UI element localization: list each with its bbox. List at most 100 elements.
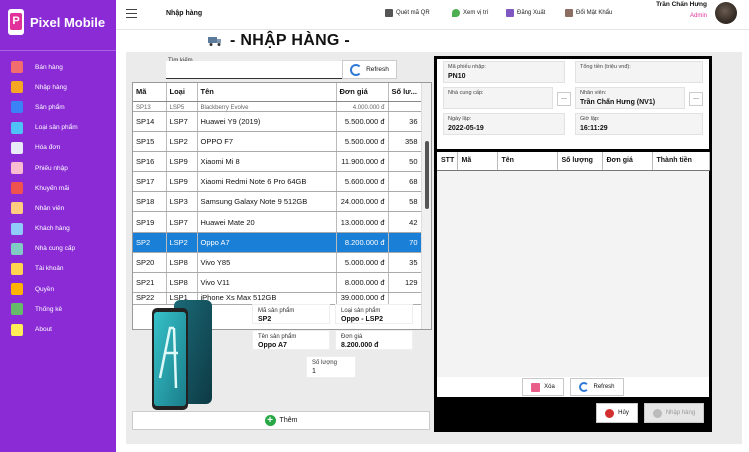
table-row[interactable]: SP20 LSP8 Vivo Y85 5.000.000 đ 35 [133,252,422,274]
quantity-label: Số lượng [312,360,337,366]
table-cell: SP13 [133,101,167,112]
column-header[interactable]: Đơn giá [602,152,653,171]
column-header[interactable]: Tên [497,152,558,171]
time-value: 16:11:29 [580,125,608,132]
sidebar-item[interactable]: Thống kê [0,299,116,319]
sidebar-item[interactable]: About [0,319,116,339]
add-product-label: Thêm [279,417,298,424]
receipt-refresh-label: Refresh [593,384,615,390]
sidebar-item[interactable]: Khách hàng [0,219,116,239]
sidebar-item[interactable]: Nhân viên [0,198,116,218]
table-cell: LSP7 [166,211,198,233]
app-logo-icon [8,9,24,35]
product-type-value: Oppo - LSP2 [341,316,383,323]
app-name: Pixel Mobile [30,14,106,30]
table-cell: 358 [388,131,422,152]
receipt-table-header: STT Mã Tên Số lượng Đơn giá Thành tiền [437,152,710,171]
sidebar-item[interactable]: Sản phẩm [0,97,116,117]
table-cell: Vivo V11 [197,272,337,294]
sidebar-item[interactable]: Khuyến mãi [0,178,116,198]
column-header[interactable]: Số lượng [557,152,603,171]
table-cell: 36 [388,111,422,132]
table-cell: Xiaomi Redmi Note 6 Pro 64GB [197,171,337,193]
product-code-field: Mã sản phẩm SP2 [252,304,330,324]
table-cell: LSP2 [166,232,198,253]
quantity-input[interactable]: 1 [312,368,350,375]
import-button[interactable]: Nhập hàng [644,403,704,423]
add-product-button[interactable]: + Thêm [132,411,430,430]
sidebar-item[interactable]: Nhập hàng [0,77,116,97]
employee-value: Trần Chấn Hưng (NV1) [580,99,656,106]
column-header[interactable]: STT [437,152,458,171]
table-cell: 58 [388,191,422,213]
table-cell: LSP5 [166,101,198,112]
sidebar-item[interactable]: Hóa đơn [0,138,116,158]
table-cell [388,292,422,306]
table-row[interactable]: SP16 LSP9 Xiaomi Mi 8 11.900.000 đ 50 [133,151,422,173]
receipt-code-value: PN10 [448,73,466,80]
table-row[interactable]: SP18 LSP3 Samsung Galaxy Note 9 512GB 24.00… [133,191,422,213]
column-header[interactable]: Thành tiền [652,152,710,171]
column-header[interactable]: Số lư... [388,83,422,102]
change-password-icon [565,9,573,17]
search-input[interactable] [166,61,346,79]
sidebar-item[interactable]: Quyền [0,279,116,299]
table-cell: iPhone Xs Max 512GB [197,292,337,306]
logout-button[interactable]: Đăng Xuất [506,9,545,17]
search-refresh-button[interactable]: Refresh [342,60,397,79]
avatar[interactable] [715,2,737,24]
permission-badge-icon [11,283,23,296]
change-password-button[interactable]: Đổi Mật Khẩu [565,9,612,17]
choose-employee-button[interactable]: ... [689,92,703,106]
table-row[interactable]: SP17 LSP9 Xiaomi Redmi Note 6 Pro 64GB 5.60… [133,171,422,193]
receipt-items-table[interactable]: STT Mã Tên Số lượng Đơn giá Thành tiền [437,152,710,377]
product-name-value: Oppo A7 [258,342,287,349]
scrollbar-thumb[interactable] [425,141,429,209]
supplier-field[interactable]: Nhà cung cấp: [443,87,553,109]
receipt-refresh-button[interactable]: Refresh [570,378,624,396]
table-cell: LSP3 [166,191,198,213]
sidebar-item[interactable]: Bán hàng [0,57,116,77]
employee-field: Nhân viên: Trần Chấn Hưng (NV1) [575,87,685,109]
delete-item-button[interactable]: Xóa [522,378,564,396]
table-row[interactable]: SP14 LSP7 Huawei Y9 (2019) 5.500.000 đ 36 [133,111,422,132]
sidebar-item-label: Nhà cung cấp [35,245,76,253]
sidebar-item-label: Nhập hàng [35,83,67,91]
cancel-button[interactable]: Hủy [596,403,638,423]
table-row[interactable]: SP15 LSP2 OPPO F7 5.500.000 đ 358 [133,131,422,152]
column-header[interactable]: Mã [457,152,498,171]
sidebar-item[interactable]: Phiếu nhập [0,158,116,178]
sidebar-item[interactable]: Loại sản phẩm [0,118,116,138]
sidebar-item-label: Tài khoản [35,265,64,273]
column-header[interactable]: Tên [197,83,337,102]
qr-scan-button[interactable]: Quét mã QR [385,9,430,17]
table-row[interactable]: SP2 LSP2 Oppo A7 8.200.000 đ 70 [133,232,422,253]
product-table[interactable]: Mã Loại Tên Đơn giá Số lư... SP13 LSP5 Bla… [132,82,432,330]
import-icon [652,408,662,418]
column-header[interactable]: Mã [133,83,167,102]
table-cell: 39.000.000 đ [336,292,389,306]
table-cell: LSP9 [166,171,198,193]
quantity-field[interactable]: Số lượng 1 [306,356,356,378]
table-cell: OPPO F7 [197,131,337,152]
column-header[interactable]: Đơn giá [336,83,389,102]
sidebar-item[interactable]: Nhà cung cấp [0,239,116,259]
sidebar-item[interactable]: Tài khoản [0,259,116,279]
table-cell: Oppo A7 [197,232,337,253]
product-table-header: Mã Loại Tên Đơn giá Số lư... [133,83,422,102]
product-table-scrollbar[interactable] [421,83,431,329]
map-pin-icon [452,9,460,17]
table-row[interactable]: SP21 LSP8 Vivo V11 8.000.000 đ 129 [133,272,422,294]
table-row[interactable]: SP19 LSP7 Huawei Mate 20 13.000.000 đ 42 [133,211,422,233]
table-cell: 13.000.000 đ [336,211,389,233]
menu-hamburger-icon[interactable] [126,9,137,18]
user-role: Admin [689,13,707,19]
view-location-button[interactable]: Xem vị trí [452,9,488,17]
delete-item-label: Xóa [544,384,555,390]
table-row[interactable]: SP13 LSP5 Blackberry Evolve 4.000.000 đ [133,101,422,112]
choose-supplier-button[interactable]: ... [557,92,571,106]
column-header[interactable]: Loại [166,83,198,102]
table-cell: 35 [388,252,422,274]
table-cell: 11.900.000 đ [336,151,389,173]
sidebar-item-label: About [35,326,52,334]
